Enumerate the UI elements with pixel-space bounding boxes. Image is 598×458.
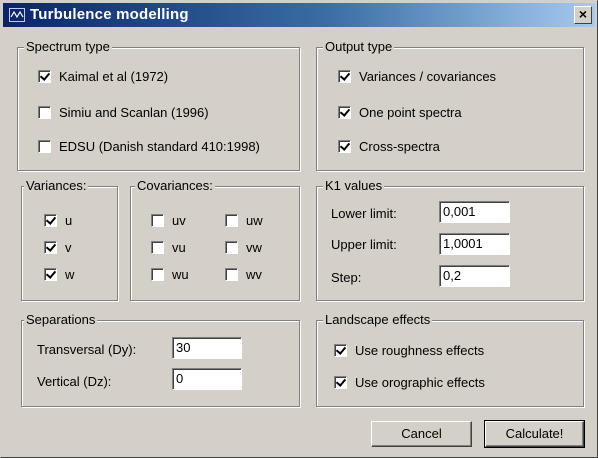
option-cov-uw[interactable]: uw <box>225 213 263 228</box>
checkbox-label: One point spectra <box>359 105 462 120</box>
option-roughness[interactable]: Use roughness effects <box>334 343 484 358</box>
vertical-label: Vertical (Dz): <box>37 374 112 389</box>
lower-limit-label: Lower limit: <box>331 206 397 221</box>
calculate-button[interactable]: Calculate! <box>484 420 585 448</box>
cancel-button[interactable]: Cancel <box>371 421 472 447</box>
group-title: Separations <box>24 312 98 328</box>
step-label: Step: <box>331 270 362 285</box>
checkbox-label: Simiu and Scanlan (1996) <box>59 105 209 120</box>
checkbox-label: Use roughness effects <box>355 343 485 358</box>
dialog-window: Turbulence modelling × Spectrum type Kai… <box>0 0 598 458</box>
checkbox[interactable] <box>334 344 347 357</box>
step-input[interactable]: 0,2 <box>439 265 510 287</box>
checkbox-label: vw <box>246 240 262 255</box>
spectrum-type-group: Spectrum type Kaimal et al (1972) Simiu … <box>17 39 300 171</box>
group-title: Spectrum type <box>24 39 112 55</box>
checkbox-label: vu <box>172 240 186 255</box>
option-cov-uv[interactable]: uv <box>151 213 186 228</box>
k1-values-group: K1 values Lower limit: 0,001 Upper limit… <box>316 178 584 301</box>
checkbox-label: v <box>65 240 72 255</box>
window-title: Turbulence modelling <box>30 6 189 23</box>
option-var-v[interactable]: v <box>44 240 72 255</box>
option-cov-vw[interactable]: vw <box>225 240 262 255</box>
checkbox-label: Use orographic effects <box>355 375 485 390</box>
checkbox-label: uv <box>172 213 186 228</box>
checkbox[interactable] <box>225 214 238 227</box>
option-cov-wu[interactable]: wu <box>151 267 189 282</box>
variances-group: Variances: u v w <box>21 178 118 301</box>
group-title: Variances: <box>24 178 89 194</box>
close-button[interactable]: × <box>574 6 592 24</box>
option-variances-covariances[interactable]: Variances / covariances <box>338 69 496 84</box>
option-var-u[interactable]: u <box>44 213 72 228</box>
checkbox[interactable] <box>225 268 238 281</box>
checkbox-label: u <box>65 213 73 228</box>
checkbox[interactable] <box>338 70 351 83</box>
option-one-point-spectra[interactable]: One point spectra <box>338 105 462 120</box>
checkbox[interactable] <box>44 214 57 227</box>
group-title: K1 values <box>323 178 385 194</box>
option-cov-vu[interactable]: vu <box>151 240 186 255</box>
checkbox-label: EDSU (Danish standard 410:1998) <box>59 139 260 154</box>
close-icon: × <box>578 6 588 22</box>
checkbox-label: wv <box>246 267 262 282</box>
landscape-effects-group: Landscape effects Use roughness effects … <box>316 312 584 407</box>
title-bar[interactable]: Turbulence modelling × <box>3 3 595 27</box>
app-icon <box>9 8 25 22</box>
checkbox-label: w <box>65 267 75 282</box>
checkbox-label: Cross-spectra <box>359 139 440 154</box>
option-cross-spectra[interactable]: Cross-spectra <box>338 139 440 154</box>
checkbox[interactable] <box>151 214 164 227</box>
checkbox[interactable] <box>44 241 57 254</box>
option-edsu[interactable]: EDSU (Danish standard 410:1998) <box>38 139 260 154</box>
separations-group: Separations Transversal (Dy): 30 Vertica… <box>21 312 300 407</box>
checkbox-label: uw <box>246 213 263 228</box>
transversal-label: Transversal (Dy): <box>37 342 137 357</box>
transversal-input[interactable]: 30 <box>172 337 242 359</box>
upper-limit-input[interactable]: 1,0001 <box>439 233 510 255</box>
upper-limit-label: Upper limit: <box>331 237 397 252</box>
checkbox[interactable] <box>338 140 351 153</box>
vertical-input[interactable]: 0 <box>172 368 242 390</box>
output-type-group: Output type Variances / covariances One … <box>316 39 584 171</box>
option-simiu[interactable]: Simiu and Scanlan (1996) <box>38 105 209 120</box>
checkbox[interactable] <box>38 140 51 153</box>
option-orographic[interactable]: Use orographic effects <box>334 375 485 390</box>
lower-limit-input[interactable]: 0,001 <box>439 201 510 223</box>
checkbox[interactable] <box>38 70 51 83</box>
option-cov-wv[interactable]: wv <box>225 267 262 282</box>
checkbox[interactable] <box>38 106 51 119</box>
checkbox[interactable] <box>44 268 57 281</box>
checkbox[interactable] <box>334 376 347 389</box>
option-var-w[interactable]: w <box>44 267 74 282</box>
group-title: Landscape effects <box>323 312 433 328</box>
group-title: Output type <box>323 39 395 55</box>
checkbox-label: wu <box>172 267 189 282</box>
checkbox[interactable] <box>338 106 351 119</box>
checkbox[interactable] <box>151 268 164 281</box>
group-title: Covariances: <box>135 178 215 194</box>
checkbox[interactable] <box>151 241 164 254</box>
checkbox-label: Kaimal et al (1972) <box>59 69 169 84</box>
option-kaimal[interactable]: Kaimal et al (1972) <box>38 69 168 84</box>
checkbox[interactable] <box>225 241 238 254</box>
covariances-group: Covariances: uv uw vu vw wu wv <box>130 178 300 301</box>
checkbox-label: Variances / covariances <box>359 69 497 84</box>
